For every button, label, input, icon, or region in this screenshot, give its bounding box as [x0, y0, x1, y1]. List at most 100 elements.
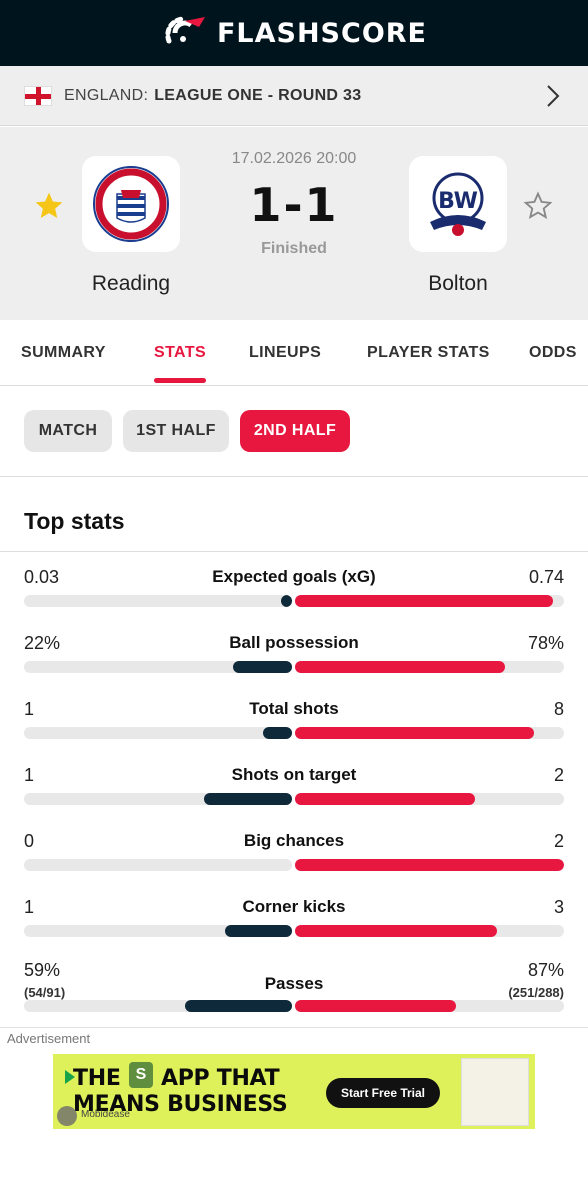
ad-cta-button[interactable]: Start Free Trial: [326, 1078, 440, 1108]
stat-home-track: [24, 595, 292, 607]
stat-row: 1 Total shots 8: [24, 699, 564, 759]
stat-home-track: [24, 661, 292, 673]
stat-away-track: [295, 595, 564, 607]
ad-brand-icon: [57, 1106, 77, 1126]
stat-home-bar: [233, 661, 292, 673]
match-tabs: SUMMARY STATS LINEUPS PLAYER STATS ODDS: [0, 320, 588, 386]
ad-product-image: [461, 1058, 529, 1126]
stat-label: Expected goals (xG): [212, 567, 376, 586]
tab-stats[interactable]: STATS: [154, 344, 206, 362]
match-datetime: 17.02.2026 20:00: [231, 150, 357, 167]
stat-home-main: 22%: [24, 633, 61, 653]
stat-home-value: 59% (54/91): [24, 960, 65, 1002]
stat-home-main: 59%: [24, 960, 61, 980]
stat-home-bar: [185, 1000, 292, 1012]
stat-home-bar: [225, 925, 292, 937]
period-match-button[interactable]: MATCH: [24, 410, 112, 452]
stat-home-track: [24, 859, 292, 871]
stat-home-track: [24, 1000, 292, 1012]
flashscore-logo-icon: [165, 16, 205, 44]
favorite-star-outline-icon[interactable]: [522, 190, 554, 222]
home-team-name[interactable]: Reading: [51, 272, 211, 296]
stat-home-track: [24, 925, 292, 937]
favorite-star-filled-icon[interactable]: [33, 190, 65, 222]
league-breadcrumb[interactable]: ENGLAND: LEAGUE ONE - ROUND 33: [0, 66, 588, 126]
stat-away-value: 78%: [528, 633, 564, 654]
stat-label: Big chances: [243, 831, 345, 850]
svg-text:BW: BW: [438, 189, 478, 214]
away-team-crest[interactable]: BW: [409, 156, 507, 252]
bolton-wanderers-crest-icon: BW: [430, 172, 486, 236]
advertisement-label: Advertisement: [7, 1031, 91, 1046]
stat-home-value: 1: [24, 699, 34, 720]
stat-label: Shots on target: [231, 765, 357, 784]
stat-home-value: 0: [24, 831, 34, 852]
stat-away-value: 2: [554, 831, 564, 852]
stat-away-value: 87% (251/288): [508, 960, 564, 1002]
stat-away-value: 2: [554, 765, 564, 786]
stat-away-track: [295, 661, 564, 673]
stat-away-track: [295, 793, 564, 805]
stat-row: 0.03 Expected goals (xG) 0.74: [24, 567, 564, 627]
match-score: 1-1: [249, 178, 339, 232]
england-flag-icon: [24, 85, 52, 106]
stat-home-main: 0.03: [24, 567, 60, 587]
ad-banner[interactable]: THE S APP THAT MEANS BUSINESS Start Free…: [53, 1054, 535, 1129]
app-header: FLASHSCORE: [0, 0, 588, 66]
stat-home-value: 1: [24, 765, 34, 786]
stat-away-bar: [295, 793, 475, 805]
stat-away-track: [295, 925, 564, 937]
reading-fc-crest-icon: [93, 166, 169, 242]
stat-away-main: 78%: [527, 633, 564, 653]
stat-away-bar: [295, 1000, 456, 1012]
stat-home-detail: (54/91): [24, 985, 66, 1000]
active-tab-indicator: [154, 378, 206, 383]
divider: [0, 551, 588, 552]
stat-row: 59% (54/91) Passes 87% (251/288): [24, 960, 564, 1020]
stat-home-bar: [263, 727, 292, 739]
stat-home-main: 1: [24, 897, 35, 917]
tab-odds[interactable]: ODDS: [529, 344, 577, 362]
stat-away-track: [295, 859, 564, 871]
stat-away-main: 2: [553, 765, 564, 785]
stat-away-bar: [295, 859, 564, 871]
stat-home-value: 1: [24, 897, 34, 918]
period-first-half-button[interactable]: 1ST HALF: [123, 410, 229, 452]
stat-row: 0 Big chances 2: [24, 831, 564, 891]
stat-home-value: 22%: [24, 633, 60, 654]
stat-away-main: 2: [553, 831, 564, 851]
period-second-half-button[interactable]: 2ND HALF: [240, 410, 350, 452]
stat-home-bar: [281, 595, 292, 607]
stat-home-main: 1: [24, 765, 35, 785]
flashscore-logo[interactable]: FLASHSCORE: [161, 13, 427, 53]
stat-away-value: 3: [554, 897, 564, 918]
stat-away-bar: [295, 925, 497, 937]
stat-home-main: 1: [24, 699, 35, 719]
stat-away-bar: [295, 595, 553, 607]
away-team-name[interactable]: Bolton: [378, 272, 538, 296]
stat-row: 1 Corner kicks 3: [24, 897, 564, 957]
stat-home-track: [24, 793, 292, 805]
stat-away-track: [295, 727, 564, 739]
stat-away-main: 87%: [527, 960, 564, 980]
stat-row: 22% Ball possession 78%: [24, 633, 564, 693]
ad-headline-1: THE: [73, 1066, 121, 1091]
period-selector: MATCH 1ST HALF 2ND HALF: [0, 387, 588, 477]
league-name: LEAGUE ONE - ROUND 33: [154, 86, 362, 104]
stat-away-detail: (251/288): [508, 985, 564, 1000]
tab-summary[interactable]: SUMMARY: [21, 344, 106, 362]
top-stats-title: Top stats: [24, 508, 125, 534]
league-country: ENGLAND:: [64, 86, 149, 104]
chevron-right-icon[interactable]: [546, 84, 560, 108]
stat-label: Passes: [264, 974, 324, 993]
stat-away-main: 8: [553, 699, 564, 719]
home-team-crest[interactable]: [82, 156, 180, 252]
stat-home-value: 0.03: [24, 567, 59, 588]
tab-lineups[interactable]: LINEUPS: [249, 344, 321, 362]
stat-away-main: 0.74: [528, 567, 564, 587]
tab-player-stats[interactable]: PLAYER STATS: [367, 344, 490, 362]
stat-label: Corner kicks: [242, 897, 346, 916]
ad-brand-name: Mobidease: [81, 1109, 130, 1120]
stat-row: 1 Shots on target 2: [24, 765, 564, 825]
stat-home-main: 0: [24, 831, 35, 851]
